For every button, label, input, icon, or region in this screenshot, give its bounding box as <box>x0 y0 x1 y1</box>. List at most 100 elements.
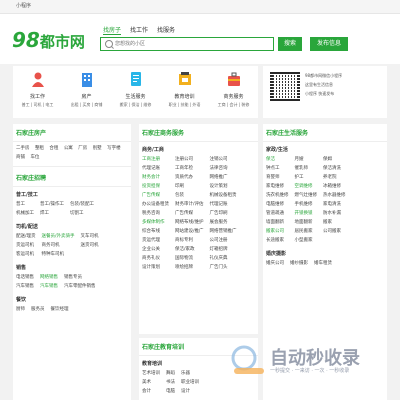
job-group-title[interactable]: 普工/技工 <box>13 187 131 199</box>
service-link[interactable]: 包装 <box>175 191 204 200</box>
service-link[interactable]: 广告传媒 <box>142 191 169 200</box>
life-link[interactable]: 催乳师 <box>295 164 318 173</box>
life-link[interactable]: 地面翻新 <box>295 218 318 227</box>
service-link[interactable]: 工商注册 <box>142 155 169 164</box>
life-group-title[interactable]: 家政/生活 <box>263 142 387 154</box>
life-link[interactable]: 搬家 <box>323 218 346 227</box>
life-group-title[interactable]: 婚庆摄影 <box>263 246 387 258</box>
life-link[interactable]: 养老院 <box>323 173 346 182</box>
life-link[interactable]: 居民搬家 <box>295 227 318 236</box>
category-education[interactable]: 教育培训 职业 | 技能 | 外语 <box>160 71 209 108</box>
job-link[interactable]: 配送/理货 <box>16 232 36 241</box>
house-tag[interactable]: 写字楼 <box>107 146 121 151</box>
job-link[interactable]: 商务司机 <box>42 241 75 250</box>
life-link[interactable]: 冰箱维修 <box>323 182 346 191</box>
job-link[interactable]: 销售专员 <box>64 273 96 282</box>
life-link[interactable]: 电脑维修 <box>266 200 289 209</box>
life-link[interactable]: 手机维修 <box>295 200 318 209</box>
category-job[interactable]: 找工作 普工 | 司机 | 电工 <box>13 71 62 108</box>
life-link[interactable]: 长途搬家 <box>266 236 289 245</box>
edu-link[interactable]: 电脑 <box>166 387 175 396</box>
service-link[interactable]: 货运代理 <box>142 236 169 245</box>
service-link[interactable]: 财务会计 <box>142 173 169 182</box>
house-tag[interactable]: 整租 <box>35 146 44 151</box>
service-link[interactable]: 广告传媒 <box>175 209 204 218</box>
life-link[interactable]: 育婴师 <box>266 173 289 182</box>
life-link[interactable]: 护工 <box>295 173 318 182</box>
section-title-business[interactable]: 石家庄商务服务 <box>139 124 258 142</box>
edu-link[interactable]: 美术 <box>142 378 160 387</box>
house-tag[interactable]: 商铺 <box>16 155 25 160</box>
life-link[interactable]: 婚纱摄影 <box>290 259 308 268</box>
service-link[interactable]: 网络推广 <box>210 173 237 182</box>
service-link[interactable]: 印刷 <box>175 182 204 191</box>
tab-service[interactable]: 找服务 <box>157 25 175 35</box>
job-group-title[interactable]: 销售 <box>13 260 131 272</box>
life-link[interactable]: 保洁清洗 <box>323 164 346 173</box>
job-group-title[interactable]: 餐饮 <box>13 292 131 304</box>
service-link[interactable]: 设计策划 <box>142 263 169 272</box>
search-input[interactable] <box>115 39 265 49</box>
service-link[interactable]: 展会服务 <box>210 218 237 227</box>
life-link[interactable]: 月嫂 <box>295 155 318 164</box>
life-link[interactable]: 婚车租赁 <box>314 259 332 268</box>
service-link[interactable]: 网站建设/推广 <box>175 227 204 236</box>
life-link[interactable]: 燃气灶维修 <box>295 191 318 200</box>
service-link[interactable]: 机械设备租赁 <box>210 191 237 200</box>
service-link[interactable]: 礼仪庆典 <box>210 254 237 263</box>
service-link[interactable]: 办公设备租赁 <box>142 200 169 209</box>
service-link[interactable]: 喷绘招牌 <box>175 263 204 272</box>
category-house[interactable]: 房产 出租 | 买房 | 商铺 <box>62 71 111 108</box>
house-tag[interactable]: 公寓 <box>64 146 73 151</box>
life-link[interactable]: 保洁 <box>266 155 289 164</box>
job-link[interactable]: 客运司机 <box>16 250 36 259</box>
site-logo[interactable]: 98都市网 <box>12 28 85 52</box>
service-link[interactable]: 投资担保 <box>142 182 169 191</box>
edu-link[interactable]: 职业培训 <box>181 378 199 387</box>
life-link[interactable]: 保姆 <box>323 155 346 164</box>
service-link[interactable]: 财务审计/评估 <box>175 200 204 209</box>
category-business[interactable]: 商务服务 工商 | 会计 | 装修 <box>209 71 258 108</box>
job-link[interactable]: 汽车销售 <box>16 282 34 291</box>
job-link[interactable]: 包装/装配工 <box>70 200 94 209</box>
house-tag[interactable]: 车位 <box>30 155 39 160</box>
tab-house[interactable]: 找房子 <box>103 25 122 35</box>
job-link[interactable]: 送货司机 <box>81 241 99 250</box>
post-info-button[interactable]: 发布信息 <box>310 37 348 51</box>
job-link[interactable]: 普工 <box>16 200 34 209</box>
service-link[interactable]: 国际物流 <box>175 254 204 263</box>
service-link[interactable]: 广告门头 <box>210 263 237 272</box>
service-link[interactable]: 企业公关 <box>142 245 169 254</box>
job-link[interactable]: 普工/操作工 <box>40 200 64 209</box>
service-link[interactable]: 设计策划 <box>210 182 237 191</box>
service-link[interactable]: 税务咨询 <box>142 209 169 218</box>
job-group-title[interactable]: 司机/配送 <box>13 219 131 231</box>
search-button[interactable]: 搜索 <box>278 37 302 51</box>
service-link[interactable]: 广告印刷 <box>210 209 237 218</box>
section-title-life[interactable]: 石家庄生活服务 <box>263 124 387 142</box>
life-link[interactable]: 公司搬家 <box>323 227 346 236</box>
service-link[interactable]: 多媒体制作 <box>142 218 169 227</box>
house-tag[interactable]: 厂房 <box>78 146 87 151</box>
service-link[interactable]: 网络营销推广 <box>210 227 237 236</box>
life-link[interactable]: 钟点工 <box>266 164 289 173</box>
job-link[interactable]: 网络销售 <box>40 273 58 282</box>
service-link[interactable]: 网络布线/维护 <box>175 218 204 227</box>
job-link[interactable]: 厨师 <box>16 305 25 314</box>
life-link[interactable]: 婚庆公司 <box>266 259 284 268</box>
section-title-jobs[interactable]: 石家庄招聘 <box>13 169 131 187</box>
job-link[interactable]: 汽车零配件销售 <box>64 282 96 291</box>
service-link[interactable]: 法律咨询 <box>210 164 237 173</box>
job-link[interactable]: 服务员 <box>31 305 45 314</box>
service-link[interactable]: 商务礼仪 <box>142 254 169 263</box>
edu-link[interactable]: 会计 <box>142 387 160 396</box>
service-link[interactable]: 综合布线 <box>142 227 169 236</box>
tab-job[interactable]: 找工作 <box>130 25 148 35</box>
job-link[interactable]: 货运司机 <box>16 241 36 250</box>
service-link[interactable]: 灯箱招牌 <box>210 245 237 254</box>
life-link[interactable]: 小型搬家 <box>295 236 318 245</box>
service-group-title[interactable]: 商务/工商 <box>139 142 258 154</box>
life-link[interactable]: 防水补漏 <box>323 209 346 218</box>
life-link[interactable]: 开锁换锁 <box>295 209 318 218</box>
edu-link[interactable]: 书法 <box>166 378 175 387</box>
